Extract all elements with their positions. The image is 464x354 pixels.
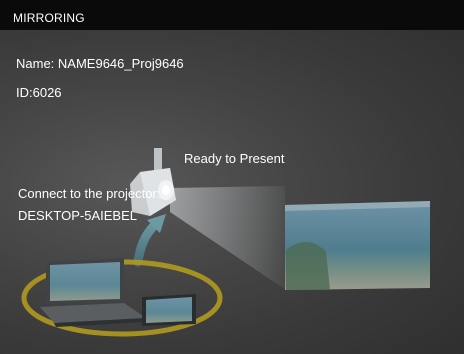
mirroring-screen: MIRRORING Name: NAME9646_Proj9646 ID:602…: [0, 0, 464, 354]
connect-device-name: DESKTOP-5AIEBEL: [18, 208, 137, 223]
status-message: Ready to Present: [184, 151, 285, 166]
connect-instruction-label: Connect to the projector:: [18, 186, 161, 201]
projection-screen: [285, 201, 430, 290]
mirroring-illustration: [21, 148, 430, 337]
projection-beam: [170, 186, 286, 290]
smartphone-icon: [142, 294, 196, 326]
connect-instructions: Connect to the projector: DESKTOP-5AIEBE…: [18, 183, 160, 227]
laptop-icon: [40, 258, 146, 327]
